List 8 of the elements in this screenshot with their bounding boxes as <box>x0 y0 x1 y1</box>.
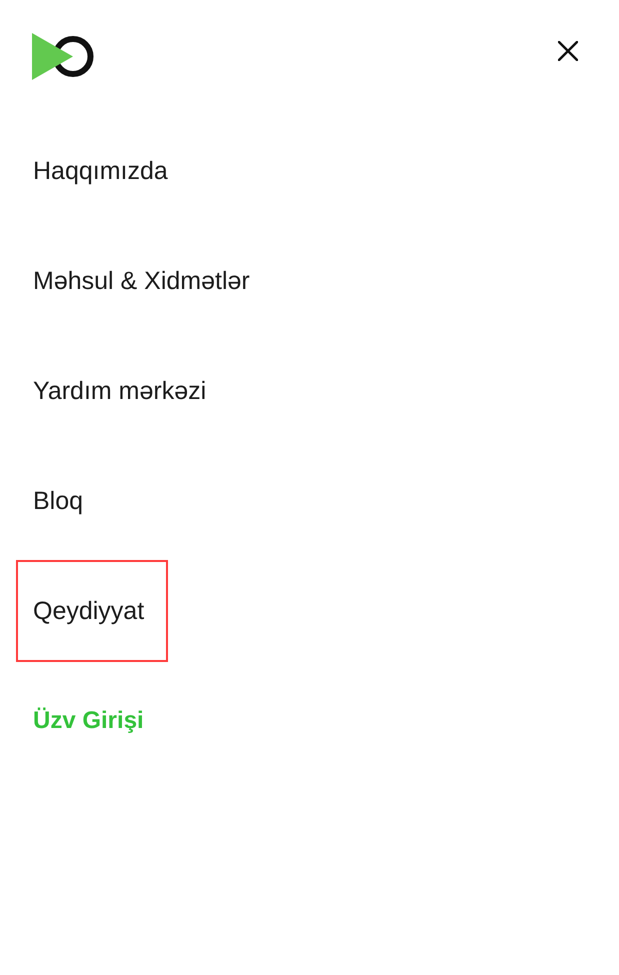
close-icon <box>558 41 578 61</box>
logo-icon[interactable] <box>32 33 94 81</box>
menu-link[interactable]: Yardım mərkəzi <box>33 374 206 408</box>
menu-link[interactable]: Haqqımızda <box>33 154 168 188</box>
menu-link[interactable]: Qeydiyyat <box>16 560 168 662</box>
close-button[interactable] <box>557 40 579 62</box>
menu-link[interactable]: Məhsul & Xidmətlər <box>33 264 250 298</box>
menu-link[interactable]: Bloq <box>33 484 84 518</box>
